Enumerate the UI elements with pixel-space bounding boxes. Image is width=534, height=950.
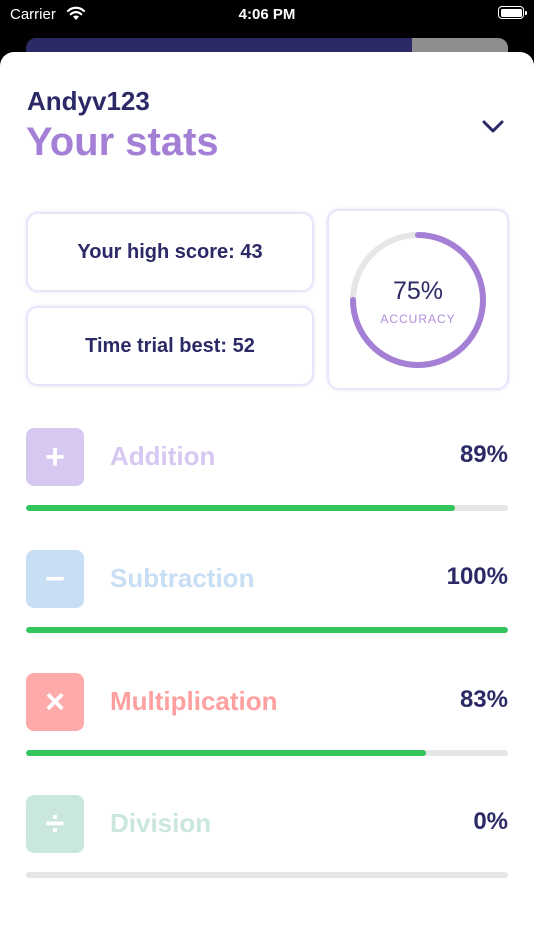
operation-row-subtraction[interactable]: − Subtraction 100% bbox=[0, 550, 534, 640]
page-title: Your stats bbox=[26, 120, 219, 164]
progress-track bbox=[26, 872, 508, 878]
progress-track bbox=[26, 627, 508, 633]
plus-icon: + bbox=[26, 428, 84, 486]
divide-icon: ÷ bbox=[26, 795, 84, 853]
operation-percent: 100% bbox=[446, 563, 508, 590]
accuracy-value: 75% bbox=[392, 277, 444, 305]
accuracy-card: 75% ACCURACY bbox=[327, 209, 509, 390]
username: Andyv123 bbox=[27, 86, 150, 116]
progress-track bbox=[26, 505, 508, 511]
operation-name: Subtraction bbox=[110, 563, 255, 593]
operation-row-multiplication[interactable]: × Multiplication 83% bbox=[0, 673, 534, 763]
operation-percent: 83% bbox=[459, 686, 508, 713]
operation-name: Division bbox=[110, 808, 212, 838]
stats-sheet: Andyv123 Your stats Your high score: 43 … bbox=[0, 52, 534, 950]
chevron-down-icon[interactable] bbox=[480, 118, 506, 136]
accuracy-label: ACCURACY bbox=[380, 312, 456, 326]
time-trial-card: Time trial best: 52 bbox=[26, 306, 314, 386]
progress-fill bbox=[26, 750, 427, 756]
status-bar: Carrier 4:06 PM bbox=[0, 0, 534, 30]
operation-percent: 89% bbox=[459, 441, 508, 468]
minus-icon: − bbox=[26, 550, 84, 608]
battery-icon bbox=[498, 6, 527, 19]
operation-row-addition[interactable]: + Addition 89% bbox=[0, 428, 534, 518]
high-score-text: Your high score: 43 bbox=[77, 240, 263, 263]
operation-percent: 0% bbox=[473, 808, 508, 835]
time-trial-text: Time trial best: 52 bbox=[85, 334, 255, 357]
operation-row-division[interactable]: ÷ Division 0% bbox=[0, 795, 534, 885]
progress-fill bbox=[26, 505, 455, 511]
multiply-icon: × bbox=[26, 673, 84, 731]
progress-track bbox=[26, 750, 508, 756]
operation-name: Multiplication bbox=[110, 686, 278, 716]
high-score-card: Your high score: 43 bbox=[26, 212, 314, 292]
progress-fill bbox=[26, 627, 508, 633]
operation-name: Addition bbox=[110, 441, 216, 471]
status-time: 4:06 PM bbox=[238, 6, 296, 23]
